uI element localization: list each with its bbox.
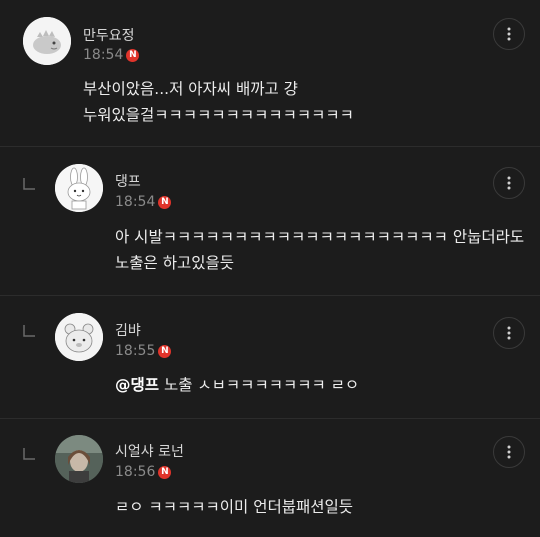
avatar[interactable]: [55, 435, 103, 483]
comment-time-text: 18:54: [115, 194, 156, 210]
reply-item: 김뱌 18:55 N @댕프 노출 ㅅㅂㅋㅋㅋㅋㅋㅋㅋ ㄹㅇ: [0, 296, 540, 418]
dinosaur-avatar-icon: [23, 17, 71, 65]
comment-line: 아 시발ㅋㅋㅋㅋㅋㅋㅋㅋㅋㅋㅋㅋㅋㅋㅋㅋㅋㅋㅋㅋ 안눕더라도: [115, 228, 525, 246]
rabbit-avatar-icon: [55, 164, 103, 212]
comment-time-text: 18:56: [115, 464, 156, 480]
avatar[interactable]: [55, 164, 103, 212]
bear-avatar-icon: [55, 313, 103, 361]
more-vertical-icon: [507, 27, 511, 41]
new-badge: N: [158, 465, 172, 479]
comment-item: 만두요정 18:54 N 부산이았음...저 아자씨 배까고 걍 누워있을걸ㅋㅋ…: [0, 0, 540, 146]
comment-time: 18:54 N: [83, 47, 140, 63]
new-badge: N: [158, 195, 172, 209]
new-badge: N: [158, 344, 172, 358]
comment-body: 아 시발ㅋㅋㅋㅋㅋㅋㅋㅋㅋㅋㅋㅋㅋㅋㅋㅋㅋㅋㅋㅋ 안눕더라도 노출은 하고있을듯: [115, 224, 524, 276]
comment-time: 18:55 N: [115, 343, 172, 359]
comment-body: @댕프 노출 ㅅㅂㅋㅋㅋㅋㅋㅋㅋ ㄹㅇ: [115, 372, 359, 398]
comment-time-text: 18:55: [115, 343, 156, 359]
photo-avatar-icon: [55, 435, 103, 483]
more-vertical-icon: [507, 176, 511, 190]
comment-author[interactable]: 시얼샤 로넌: [115, 441, 184, 461]
comment-body: 부산이았음...저 아자씨 배까고 걍 누워있을걸ㅋㅋㅋㅋㅋㅋㅋㅋㅋㅋㅋㅋㅋㅋ: [83, 76, 354, 128]
comment-line: 부산이았음...저 아자씨 배까고 걍: [83, 80, 298, 98]
comment-body: ㄹㅇ ㅋㅋㅋㅋㅋ이미 언더붑패션일듯: [115, 494, 353, 520]
reply-item: 댕프 18:54 N 아 시발ㅋㅋㅋㅋㅋㅋㅋㅋㅋㅋㅋㅋㅋㅋㅋㅋㅋㅋㅋㅋ 안눕더라…: [0, 147, 540, 295]
new-badge: N: [126, 48, 140, 62]
mention-link[interactable]: @댕프: [115, 376, 159, 394]
more-vertical-icon: [507, 326, 511, 340]
reply-item: 시얼샤 로넌 18:56 N ㄹㅇ ㅋㅋㅋㅋㅋ이미 언더붑패션일듯: [0, 419, 540, 537]
more-options-button[interactable]: [493, 167, 525, 199]
reply-arrow-icon: [22, 324, 36, 338]
more-options-button[interactable]: [493, 436, 525, 468]
reply-arrow-icon: [22, 447, 36, 461]
comment-line: 누워있을걸ㅋㅋㅋㅋㅋㅋㅋㅋㅋㅋㅋㅋㅋㅋ: [83, 106, 354, 124]
avatar[interactable]: [55, 313, 103, 361]
comment-time-text: 18:54: [83, 47, 124, 63]
comment-time: 18:56 N: [115, 464, 172, 480]
comment-line: 노출 ㅅㅂㅋㅋㅋㅋㅋㅋㅋ ㄹㅇ: [159, 376, 360, 394]
more-vertical-icon: [507, 445, 511, 459]
comment-author[interactable]: 댕프: [115, 171, 141, 191]
comment-time: 18:54 N: [115, 194, 172, 210]
more-options-button[interactable]: [493, 317, 525, 349]
comment-line: ㄹㅇ ㅋㅋㅋㅋㅋ이미 언더붑패션일듯: [115, 498, 354, 516]
comment-author[interactable]: 김뱌: [115, 320, 141, 340]
avatar[interactable]: [23, 17, 71, 65]
reply-arrow-icon: [22, 177, 36, 191]
more-options-button[interactable]: [493, 18, 525, 50]
comment-author[interactable]: 만두요정: [83, 25, 135, 45]
comment-line: 노출은 하고있을듯: [115, 254, 235, 272]
